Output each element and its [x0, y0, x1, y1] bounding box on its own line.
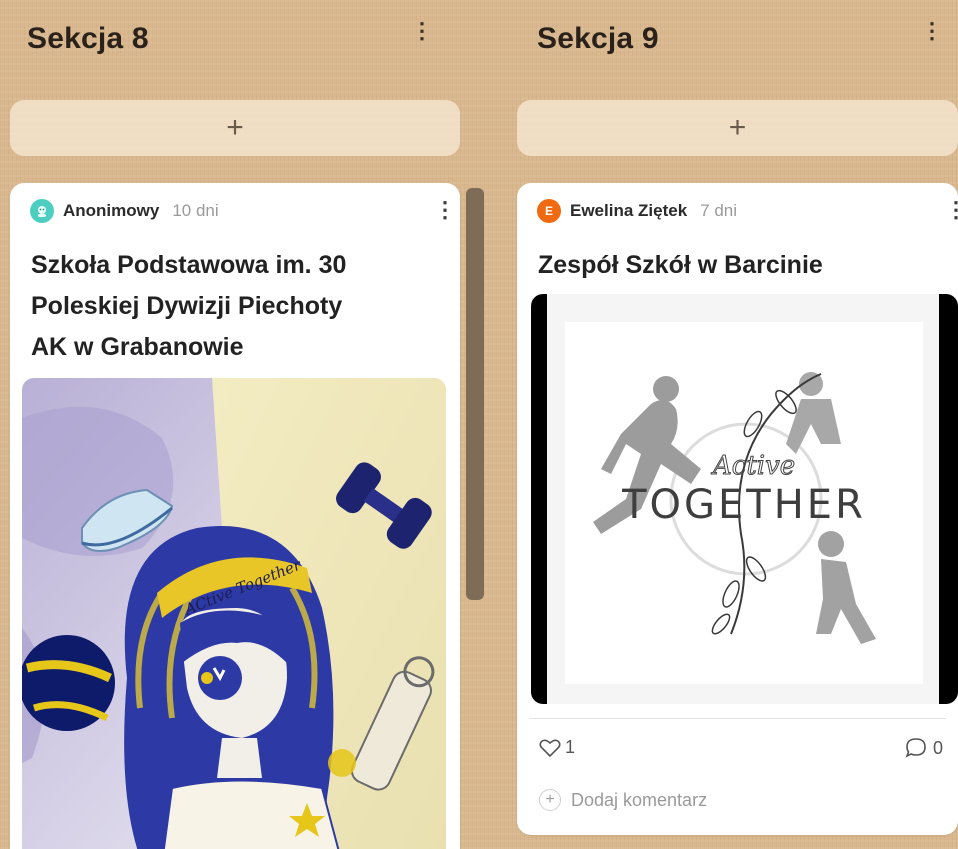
anonymous-avatar-icon	[30, 199, 54, 223]
comments-button[interactable]: 0	[905, 737, 943, 759]
plus-icon: +	[728, 111, 747, 144]
post-time: 10 dni	[172, 201, 219, 220]
post-title-line: Szkoła Podstawowa im. 30	[31, 251, 347, 279]
author-name: Ewelina Ziętek	[570, 201, 688, 220]
logo-word-text: TOGETHER	[621, 482, 866, 528]
post-image[interactable]: ACtive Together	[22, 378, 446, 849]
post-menu-icon[interactable]: ⋮	[434, 199, 456, 221]
like-button[interactable]: 1	[539, 737, 575, 758]
logo-script-text: Active	[711, 451, 795, 481]
card-divider	[529, 718, 946, 719]
post-meta: Anonimowy 10 dni	[30, 199, 219, 223]
add-post-button[interactable]: +	[517, 100, 958, 156]
post-card[interactable]: E Ewelina Ziętek 7 dni ⋮ Zespół Szkół w …	[517, 183, 958, 835]
add-comment-label: Dodaj komentarz	[571, 789, 708, 810]
post-menu-icon[interactable]: ⋮	[945, 199, 958, 221]
post-meta: E Ewelina Ziętek 7 dni	[537, 199, 737, 223]
plus-icon: +	[539, 789, 561, 811]
column-scrollbar[interactable]	[466, 188, 484, 600]
section-title: Sekcja 9	[537, 22, 659, 55]
avatar: E	[537, 199, 561, 223]
post-title-line: Poleskiej Dywizji Piechoty	[31, 292, 343, 320]
section-8: Sekcja 8 ⋮ + Anonimowy 10 dni ⋮ Szkoła P…	[0, 0, 484, 849]
post-time: 7 dni	[700, 201, 738, 220]
section-title: Sekcja 8	[27, 22, 149, 55]
post-title: Szkoła Podstawowa im. 30 Poleskiej Dywiz…	[31, 245, 451, 368]
post-image[interactable]: Active TOGETHER	[531, 294, 958, 704]
section-menu-icon[interactable]: ⋮	[921, 20, 943, 42]
section-menu-icon[interactable]: ⋮	[411, 20, 433, 42]
comment-count: 0	[933, 737, 944, 758]
heart-icon	[539, 739, 561, 757]
add-post-button[interactable]: +	[10, 100, 460, 156]
plus-icon: +	[226, 111, 244, 144]
like-count: 1	[565, 737, 576, 757]
section-9: Sekcja 9 ⋮ + E Ewelina Ziętek 7 dni ⋮ Ze…	[505, 0, 958, 849]
speech-bubble-icon	[905, 738, 926, 758]
section-header: Sekcja 9	[537, 14, 659, 64]
post-title-line: AK w Grabanowie	[31, 333, 244, 361]
author-name: Anonimowy	[63, 201, 160, 220]
post-title: Zespół Szkół w Barcinie	[538, 251, 823, 279]
section-header: Sekcja 8	[27, 14, 149, 64]
avatar-letter: E	[544, 204, 553, 218]
post-card[interactable]: Anonimowy 10 dni ⋮ Szkoła Podstawowa im.…	[10, 183, 460, 849]
add-comment-button[interactable]: + Dodaj komentarz	[539, 789, 707, 811]
